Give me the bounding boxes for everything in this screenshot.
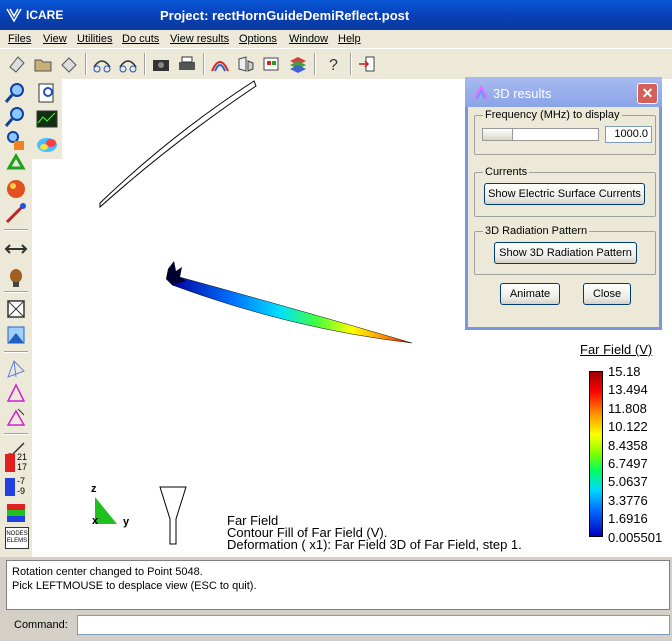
menu-view[interactable]: View — [43, 33, 67, 45]
left-toolbar: 21 17 -7 -9 NODES ELEMS — [0, 79, 32, 557]
legend-value: 6.7497 — [608, 456, 648, 471]
rainbow-icon[interactable] — [209, 53, 231, 75]
value-swatches[interactable]: 21 17 -7 -9 — [5, 452, 31, 500]
horn-outline — [159, 486, 187, 545]
shaded-surface-icon[interactable] — [4, 323, 28, 347]
legend-value: 11.808 — [608, 400, 647, 416]
project-title: Project: rectHornGuideDemiReflect.post — [160, 8, 410, 23]
swatch-label-1: 21 — [17, 452, 28, 462]
axis-y-label: y — [123, 516, 130, 528]
far-field-beam — [171, 274, 413, 344]
legend-value: 10.122 — [608, 419, 648, 435]
left-toolbar-secondary — [32, 79, 62, 159]
axis-x-label: x — [92, 515, 99, 527]
camera-icon[interactable] — [150, 53, 172, 75]
nodes-elems-button[interactable]: NODES ELEMS — [5, 527, 29, 549]
close-icon[interactable]: ✕ — [637, 83, 658, 104]
app-title: ICARE — [26, 8, 64, 22]
layers-icon[interactable] — [287, 53, 309, 75]
dialog-title-bar[interactable]: 3D results ✕ — [465, 77, 662, 107]
dialog-title: 3D results — [493, 86, 552, 101]
graph-icon[interactable] — [35, 107, 59, 131]
swatch-label-3: -7 — [17, 476, 26, 486]
swatch-label-4: -9 — [17, 486, 26, 496]
help-icon[interactable]: ? — [322, 53, 344, 75]
triangle-icon[interactable] — [4, 381, 28, 405]
frequency-input[interactable]: 1000.0 — [605, 126, 652, 143]
probe-icon[interactable] — [4, 201, 28, 225]
main-toolbar: ? — [0, 49, 672, 79]
viewport-left-strip — [32, 159, 62, 557]
zoom-page-icon[interactable] — [35, 81, 59, 105]
frequency-slider[interactable] — [482, 128, 599, 141]
menu-help[interactable]: Help — [338, 33, 361, 45]
frequency-group-label: Frequency (MHz) to display — [483, 109, 622, 121]
lightbulb-icon[interactable] — [4, 265, 28, 289]
color-fill-icon[interactable] — [35, 133, 59, 157]
far-field-origin — [166, 261, 186, 285]
title-bar: ICARE Project: rectHornGuideDemiReflect.… — [0, 0, 672, 30]
menu-options[interactable]: Options — [239, 33, 277, 45]
command-input[interactable] — [77, 615, 670, 635]
menu-bar: Files View Utilities Do cuts View result… — [0, 30, 672, 49]
recycle-icon[interactable] — [4, 153, 28, 177]
message-pane: Rotation center changed to Point 5048. P… — [6, 560, 670, 610]
currents-group-label: Currents — [483, 166, 530, 178]
color-map-icon[interactable] — [4, 501, 28, 525]
command-label: Command: — [14, 619, 68, 631]
nodes-label: NODES — [6, 531, 28, 537]
message-line: Rotation center changed to Point 5048. — [12, 566, 203, 578]
legend-value: 0.005501 — [608, 529, 663, 545]
color-palette-icon[interactable] — [261, 53, 283, 75]
axis-z-label: z — [91, 483, 97, 495]
open-folder-icon[interactable] — [32, 53, 54, 75]
legend-value: 13.494 — [608, 382, 648, 398]
legend-value: 1.6916 — [608, 511, 648, 527]
swatch-label-2: 17 — [17, 462, 28, 472]
flip-icon[interactable] — [235, 53, 257, 75]
menu-utilities[interactable]: Utilities — [77, 33, 112, 45]
legend-value: 3.3776 — [608, 492, 648, 508]
show-radiation-button[interactable]: Show 3D Radiation Pattern — [494, 242, 637, 264]
3d-results-dialog: 3D results ✕ Frequency (MHz) to display … — [465, 77, 662, 330]
sphere-icon[interactable] — [4, 177, 28, 201]
elems-label: ELEMS — [6, 538, 28, 544]
slider-thumb[interactable] — [483, 129, 513, 140]
radiation-group-label: 3D Radiation Pattern — [483, 225, 590, 237]
close-button[interactable]: Close — [583, 283, 631, 305]
zoom-window-icon[interactable] — [4, 105, 28, 129]
menu-do-cuts[interactable]: Do cuts — [122, 33, 159, 45]
menu-view-results[interactable]: View results — [170, 33, 229, 45]
results-icon — [474, 85, 488, 100]
animate-button[interactable]: Animate — [500, 283, 560, 305]
menu-files[interactable]: Files — [8, 33, 31, 45]
triangle-select-icon[interactable] — [4, 405, 28, 429]
reflector-outline — [99, 80, 257, 209]
wireframe-icon[interactable] — [4, 357, 28, 381]
legend-value: 8.4358 — [608, 437, 648, 453]
printer-icon[interactable] — [176, 53, 198, 75]
message-line: Pick LEFTMOUSE to desplace view (ESC to … — [12, 580, 257, 592]
zoom-fit-icon[interactable] — [4, 129, 28, 153]
exit-icon[interactable] — [356, 53, 378, 75]
result-deformation: Deformation ( x1): Far Field 3D of Far F… — [227, 537, 522, 552]
new-file-icon[interactable] — [6, 53, 28, 75]
view-rotate-right-icon[interactable] — [117, 53, 139, 75]
zoom-icon[interactable] — [4, 81, 28, 105]
axes-triangle — [95, 497, 117, 524]
show-currents-button[interactable]: Show Electric Surface Currents — [484, 183, 645, 205]
svg-text:?: ? — [329, 57, 338, 74]
legend-title: Far Field (V) — [580, 342, 653, 357]
save-icon[interactable] — [58, 53, 80, 75]
legend-value: 15.18 — [608, 364, 641, 379]
menu-window[interactable]: Window — [289, 33, 328, 45]
app-icon — [6, 8, 22, 23]
color-bar — [589, 371, 603, 537]
legend-value: 5.0637 — [608, 474, 648, 490]
view-rotate-left-icon[interactable] — [91, 53, 113, 75]
mesh-box-icon[interactable] — [4, 297, 28, 321]
vertical-arrow-icon[interactable] — [4, 237, 28, 261]
